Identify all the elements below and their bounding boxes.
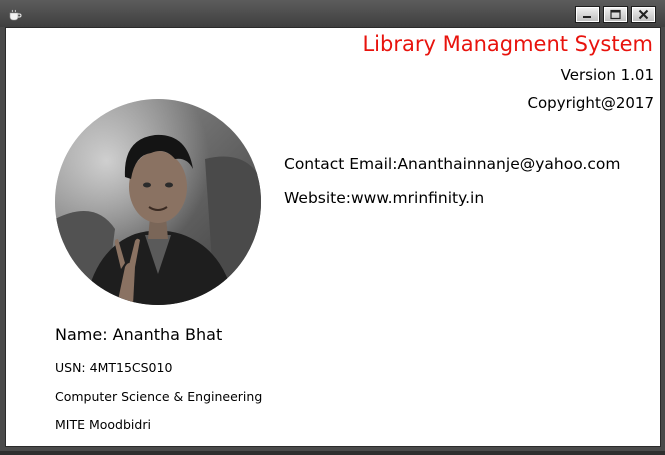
developer-name: Name: Anantha Bhat bbox=[55, 325, 223, 344]
maximize-button[interactable] bbox=[603, 6, 628, 23]
website-label: Website:www.mrinfinity.in bbox=[284, 189, 485, 207]
taskbar-edge bbox=[0, 451, 665, 455]
usn-label: USN: 4MT15CS010 bbox=[55, 360, 173, 375]
contact-email: Contact Email:Ananthainnanje@yahoo.com bbox=[284, 155, 621, 173]
profile-photo bbox=[55, 99, 261, 305]
app-title: Library Managment System bbox=[362, 32, 653, 56]
title-bar[interactable] bbox=[0, 0, 665, 27]
version-label: Version 1.01 bbox=[560, 66, 654, 84]
copyright-label: Copyright@2017 bbox=[527, 94, 654, 112]
maximize-icon bbox=[610, 9, 621, 20]
about-window: Library Managment System Version 1.01 Co… bbox=[0, 0, 665, 451]
about-panel: Library Managment System Version 1.01 Co… bbox=[5, 27, 661, 447]
close-button[interactable] bbox=[631, 6, 656, 23]
minimize-icon bbox=[583, 16, 591, 18]
college-label: MITE Moodbidri bbox=[55, 417, 151, 432]
minimize-button[interactable] bbox=[575, 6, 600, 23]
coffee-cup-icon[interactable] bbox=[8, 6, 22, 21]
close-icon bbox=[638, 9, 649, 20]
department-label: Computer Science & Engineering bbox=[55, 389, 263, 404]
